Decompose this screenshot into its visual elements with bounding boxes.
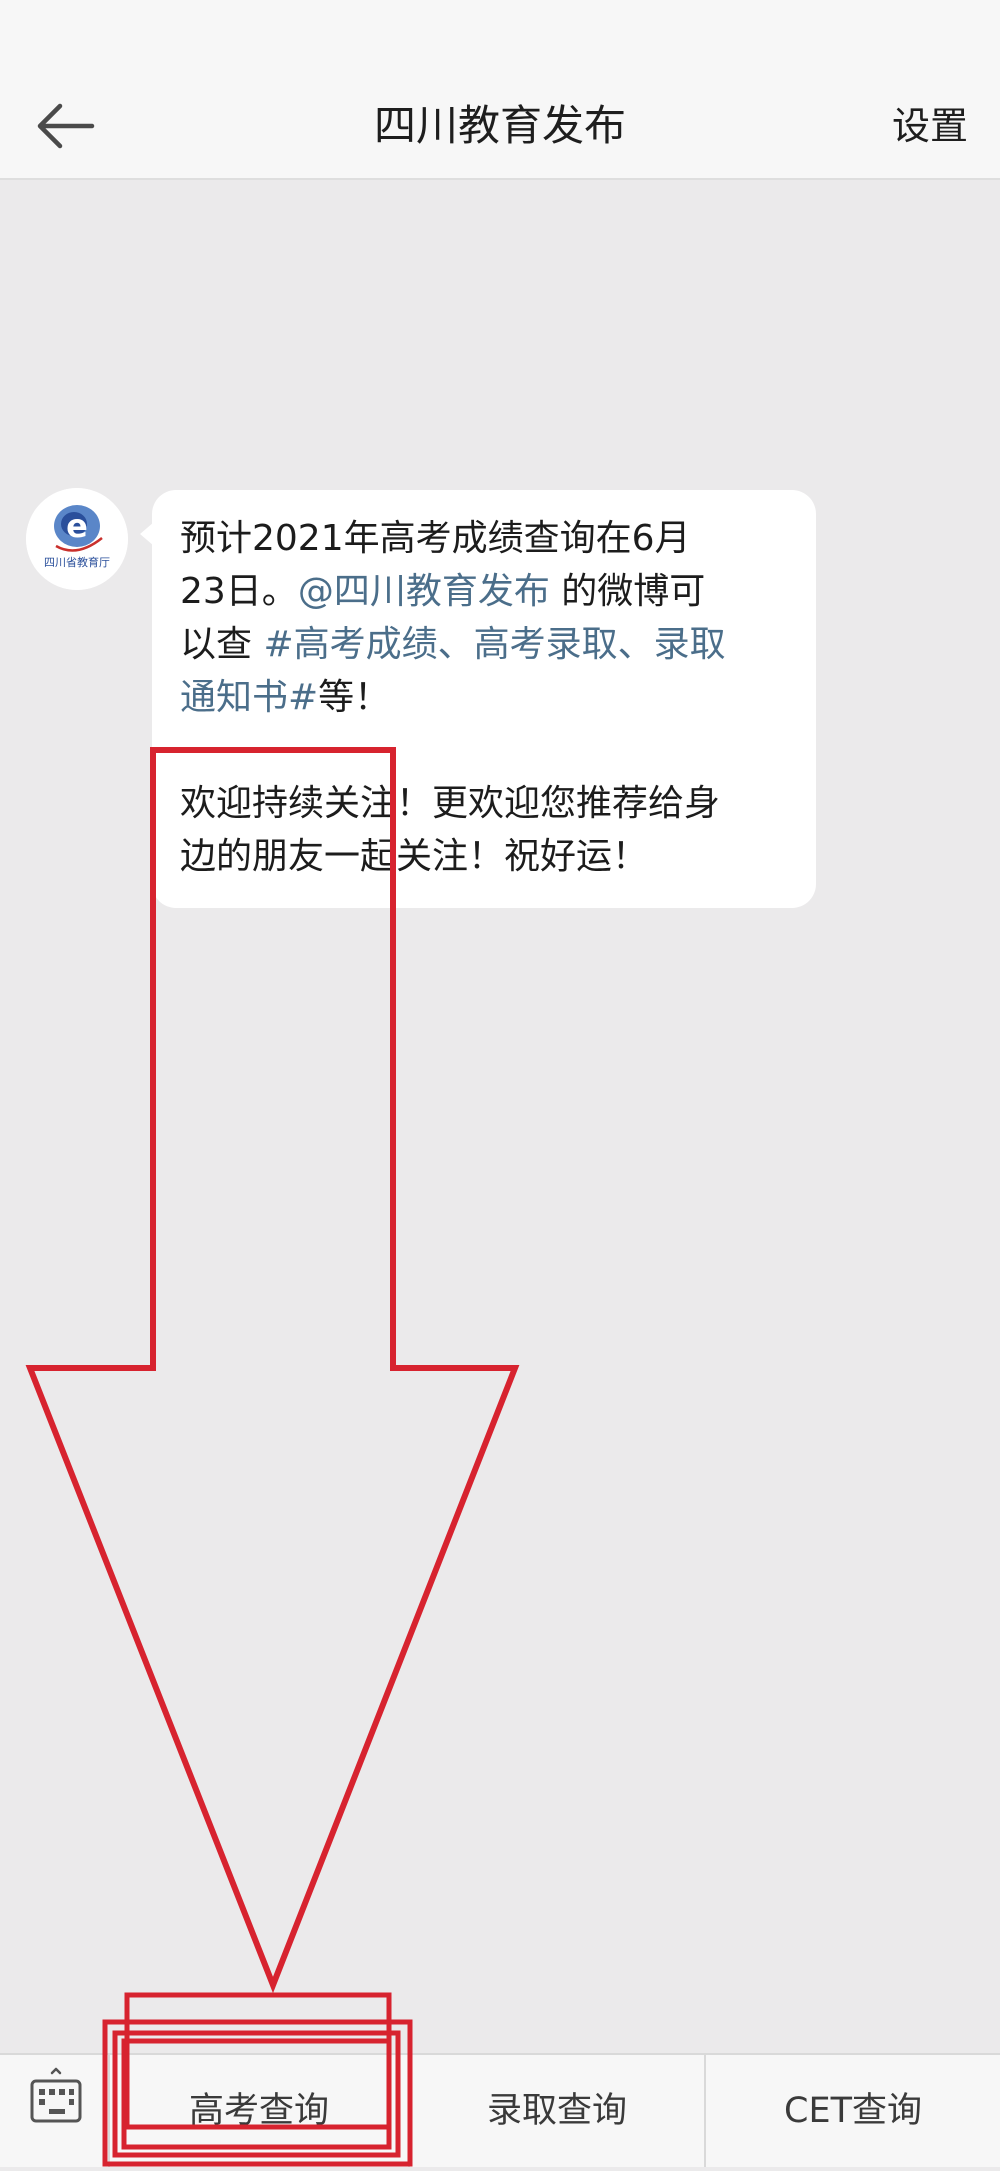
keyboard-toggle-button[interactable] (0, 2055, 110, 2167)
mention-link[interactable]: @四川教育发布 (298, 571, 550, 612)
svg-text:e: e (66, 507, 88, 545)
back-button[interactable] (28, 94, 108, 158)
message-bubble: 预计2021年高考成绩查询在6月 23日。@四川教育发布 的微博可 以查 #高考… (152, 490, 816, 908)
bottom-menu-bar: 高考查询 录取查询 CET查询 (0, 2053, 1000, 2167)
hashtag-link-continued[interactable]: 通知书# (180, 677, 318, 718)
menu-cet-query[interactable]: CET查询 (706, 2055, 1000, 2167)
message-paragraph-2: 欢迎持续关注！更欢迎您推荐给身 边的朋友一起关注！祝好运！ (180, 777, 786, 883)
account-avatar[interactable]: e 四川省教育厅 (26, 488, 128, 590)
message-paragraph-1: 预计2021年高考成绩查询在6月 23日。@四川教育发布 的微博可 以查 #高考… (180, 512, 786, 724)
menu-gaokao-query[interactable]: 高考查询 (110, 2055, 410, 2167)
hashtag-link[interactable]: #高考成绩、高考录取、录取 (263, 624, 725, 665)
message-text: 边的朋友一起关注！祝好运！ (180, 836, 649, 877)
annotation-overlay (25, 747, 520, 2167)
message-text: 的微博可 (549, 571, 706, 612)
status-bar-area (0, 0, 1000, 72)
keyboard-icon (30, 2067, 82, 2123)
message-text: 以查 (180, 624, 264, 665)
chat-header: 四川教育发布 设置 (0, 72, 1000, 180)
settings-button[interactable]: 设置 (892, 94, 968, 158)
message-text: 23日。 (180, 571, 298, 612)
menu-admission-query[interactable]: 录取查询 (410, 2055, 706, 2167)
message-text: 等！ (318, 677, 391, 718)
message-text: 欢迎持续关注！更欢迎您推荐给身 (180, 783, 721, 824)
education-department-logo-icon: e 四川省教育厅 (26, 488, 128, 590)
avatar-caption: 四川省教育厅 (44, 555, 110, 569)
back-arrow-icon (37, 103, 95, 149)
annotation-arrow (25, 747, 520, 1994)
message-text: 预计2021年高考成绩查询在6月 (180, 518, 691, 559)
page-title: 四川教育发布 (373, 101, 626, 150)
